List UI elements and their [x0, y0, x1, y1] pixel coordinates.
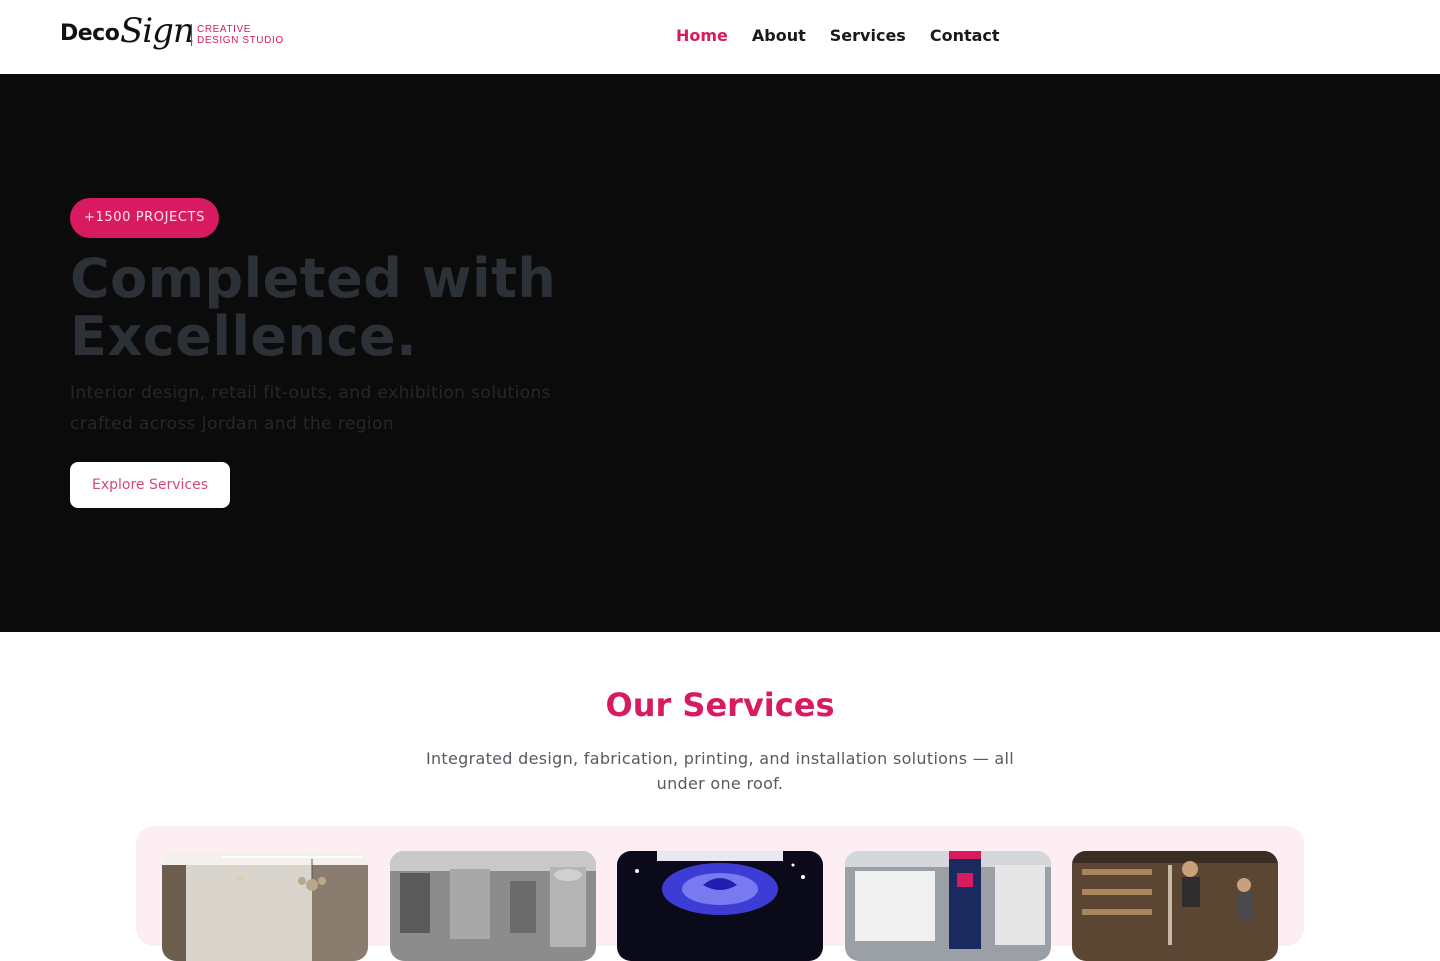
- nav-link-about[interactable]: About: [752, 26, 806, 45]
- service-card-retail[interactable]: [845, 851, 1051, 961]
- explore-services-button[interactable]: Explore Services: [70, 462, 230, 508]
- service-card-installation[interactable]: [1072, 851, 1278, 961]
- hero-subtitle: Interior design, retail fit-outs, and ex…: [70, 383, 551, 434]
- site-logo[interactable]: Deco Sign CREATIVE DESIGN STUDIO: [60, 11, 290, 57]
- interior-living-room-photo: [162, 851, 368, 961]
- site-header: Deco Sign CREATIVE DESIGN STUDIO Home Ab…: [0, 0, 1440, 74]
- services-cards-container: [136, 826, 1304, 961]
- nav-link-contact[interactable]: Contact: [930, 26, 1000, 45]
- fabrication-workshop-photo: [390, 851, 596, 961]
- hero-section: +1500 PROJECTS Completed with Excellence…: [0, 74, 1440, 632]
- hero-title: Completed with Excellence.: [70, 247, 557, 368]
- service-card-fabrication[interactable]: [390, 851, 596, 961]
- service-card-exhibition[interactable]: [617, 851, 823, 961]
- logo-tagline-line2: DESIGN STUDIO: [197, 35, 284, 46]
- installation-team-photo: [1072, 851, 1278, 961]
- services-subtitle: Integrated design, fabrication, printing…: [425, 749, 1015, 793]
- projects-badge: +1500 PROJECTS: [70, 198, 219, 238]
- logo-word-deco: Deco: [60, 21, 120, 46]
- nav-link-home[interactable]: Home: [676, 26, 728, 45]
- logo-tagline-line1: CREATIVE: [197, 24, 252, 35]
- exhibition-booth-lighting-photo: [617, 851, 823, 961]
- logo-tagline: CREATIVE DESIGN STUDIO: [191, 24, 284, 46]
- service-card-interior[interactable]: [162, 851, 368, 961]
- main-nav: Home About Services Contact: [676, 26, 1000, 45]
- services-title: Our Services: [605, 686, 835, 724]
- retail-signage-display-photo: [845, 851, 1051, 961]
- nav-link-services[interactable]: Services: [830, 26, 906, 45]
- logo-word-sign: Sign: [120, 11, 195, 51]
